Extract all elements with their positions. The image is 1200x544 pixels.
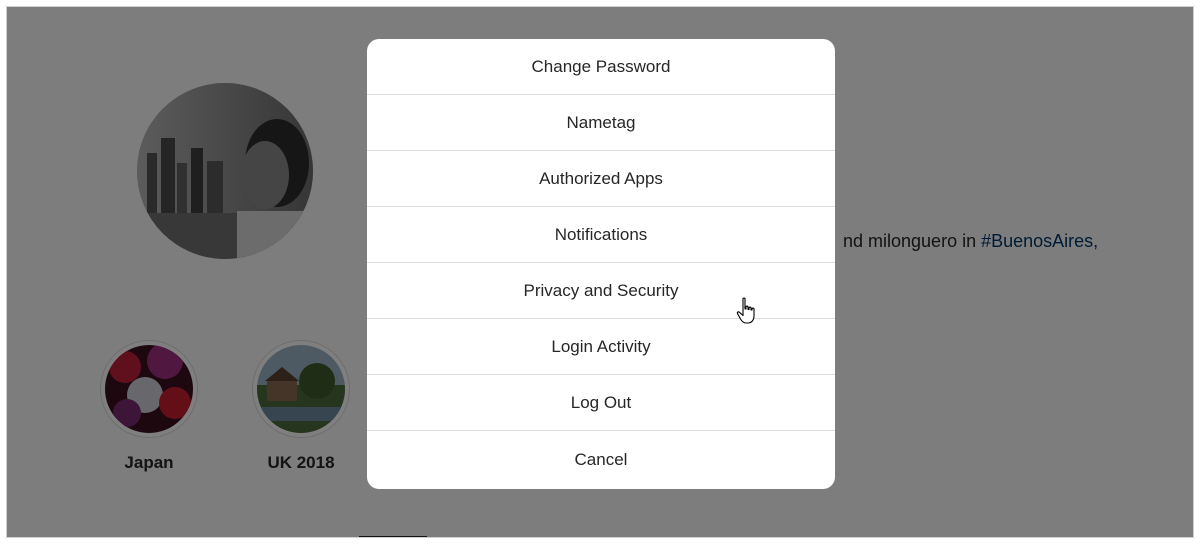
change-password-button[interactable]: Change Password — [367, 39, 835, 95]
login-activity-button[interactable]: Login Activity — [367, 319, 835, 375]
authorized-apps-button[interactable]: Authorized Apps — [367, 151, 835, 207]
settings-options-dialog: Change Password Nametag Authorized Apps … — [367, 39, 835, 489]
hand-pointer-icon — [736, 297, 755, 324]
cancel-button[interactable]: Cancel — [367, 431, 835, 489]
profile-page: nd milonguero in #BuenosAires, Japan — [6, 6, 1194, 538]
notifications-button[interactable]: Notifications — [367, 207, 835, 263]
log-out-button[interactable]: Log Out — [367, 375, 835, 431]
nametag-button[interactable]: Nametag — [367, 95, 835, 151]
privacy-and-security-button[interactable]: Privacy and Security — [367, 263, 835, 319]
